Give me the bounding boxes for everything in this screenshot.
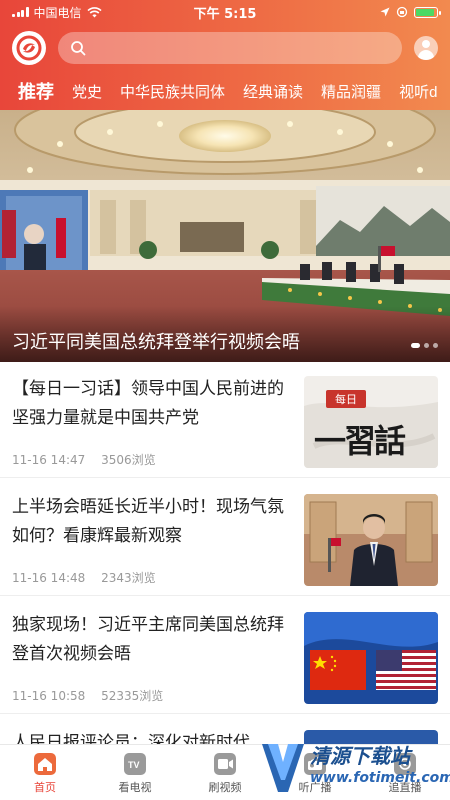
- news-thumbnail: [304, 612, 438, 704]
- signal-icon: [12, 7, 29, 17]
- anchor-photo: [304, 494, 438, 586]
- watermark-title: 清源下载站: [310, 744, 410, 768]
- news-item[interactable]: 【每日一习话】领导中国人民前进的坚强力量就是中国共产党 11-16 14:47 …: [0, 362, 450, 478]
- battery-icon: [414, 6, 441, 18]
- tab-party-history[interactable]: 党史: [72, 81, 102, 102]
- news-thumbnail: [304, 494, 438, 586]
- home-icon: [34, 753, 56, 775]
- nav-video[interactable]: 刷视频: [180, 745, 270, 800]
- news-thumbnail: 每日 一習話: [304, 376, 438, 468]
- news-item[interactable]: 独家现场！习近平主席同美国总统拜登首次视频会晤 11-16 10:58 5233…: [0, 598, 450, 714]
- user-avatar-icon[interactable]: [414, 36, 438, 60]
- news-date: 11-16 14:48: [12, 571, 86, 585]
- thumb-seal: 每日: [326, 390, 366, 408]
- watermark-logo-icon: [262, 744, 304, 792]
- tv-icon: TV: [124, 753, 146, 775]
- nav-label: 首页: [34, 781, 56, 794]
- status-right: [380, 6, 441, 18]
- carousel-dots[interactable]: [411, 343, 438, 348]
- app-header: 中国电信 下午 5:15 推荐 党史 中华民族共同体 经典诵读 精品润疆 视听d: [0, 0, 450, 110]
- tab-classic-reading[interactable]: 经典诵读: [243, 81, 303, 102]
- tab-audiovisual[interactable]: 视听d: [399, 81, 437, 102]
- nav-home[interactable]: 首页: [0, 745, 90, 800]
- status-left: 中国电信: [12, 4, 102, 21]
- news-meta: 11-16 10:58 52335浏览: [12, 687, 163, 704]
- news-meta: 11-16 14:48 2343浏览: [12, 569, 156, 586]
- nav-tv[interactable]: TV 看电视: [90, 745, 180, 800]
- tab-national-community[interactable]: 中华民族共同体: [120, 81, 225, 102]
- news-meta: 11-16 14:47 3506浏览: [12, 451, 156, 468]
- svg-text:TV: TV: [128, 760, 140, 770]
- news-title: 【每日一习话】领导中国人民前进的坚强力量就是中国共产党: [12, 379, 284, 427]
- category-tabs: 推荐 党史 中华民族共同体 经典诵读 精品润疆 视听d: [0, 74, 450, 108]
- hero-banner[interactable]: 习近平同美国总统拜登举行视频会晤: [0, 110, 450, 362]
- orientation-lock-icon: [396, 6, 408, 18]
- flags-photo: [304, 612, 438, 704]
- search-icon: [71, 41, 86, 56]
- wifi-icon: [86, 6, 102, 17]
- tab-recommend[interactable]: 推荐: [18, 78, 54, 104]
- watermark: 清源下载站 www.fotimeit.com: [258, 736, 450, 800]
- status-bar: 中国电信 下午 5:15: [0, 0, 450, 24]
- news-views: 3506浏览: [101, 453, 156, 467]
- video-icon: [214, 753, 236, 775]
- news-title: 独家现场！习近平主席同美国总统拜登首次视频会晤: [12, 615, 284, 663]
- news-title: 上半场会晤延长近半小时！现场气氛如何？看康辉最新观察: [12, 497, 284, 545]
- news-views: 2343浏览: [101, 571, 156, 585]
- search-input[interactable]: [94, 40, 390, 56]
- app-logo[interactable]: [12, 31, 46, 65]
- thumb-calligraphy: 一習話: [314, 422, 406, 460]
- tab-xinjiang[interactable]: 精品润疆: [321, 81, 381, 102]
- carrier-label: 中国电信: [33, 5, 82, 20]
- news-views: 52335浏览: [101, 689, 164, 703]
- search-bar[interactable]: [58, 32, 402, 64]
- news-item[interactable]: 上半场会晤延长近半小时！现场气氛如何？看康辉最新观察 11-16 14:48 2…: [0, 480, 450, 596]
- search-row: [0, 28, 450, 68]
- logo-icon: [16, 35, 42, 61]
- hero-caption: 习近平同美国总统拜登举行视频会晤: [0, 306, 450, 362]
- news-date: 11-16 14:47: [12, 453, 86, 467]
- watermark-url: www.fotimeit.com: [310, 770, 450, 786]
- location-icon: [380, 7, 390, 17]
- nav-label: 看电视: [118, 781, 152, 794]
- nav-label: 刷视频: [208, 781, 242, 794]
- news-date: 11-16 10:58: [12, 689, 86, 703]
